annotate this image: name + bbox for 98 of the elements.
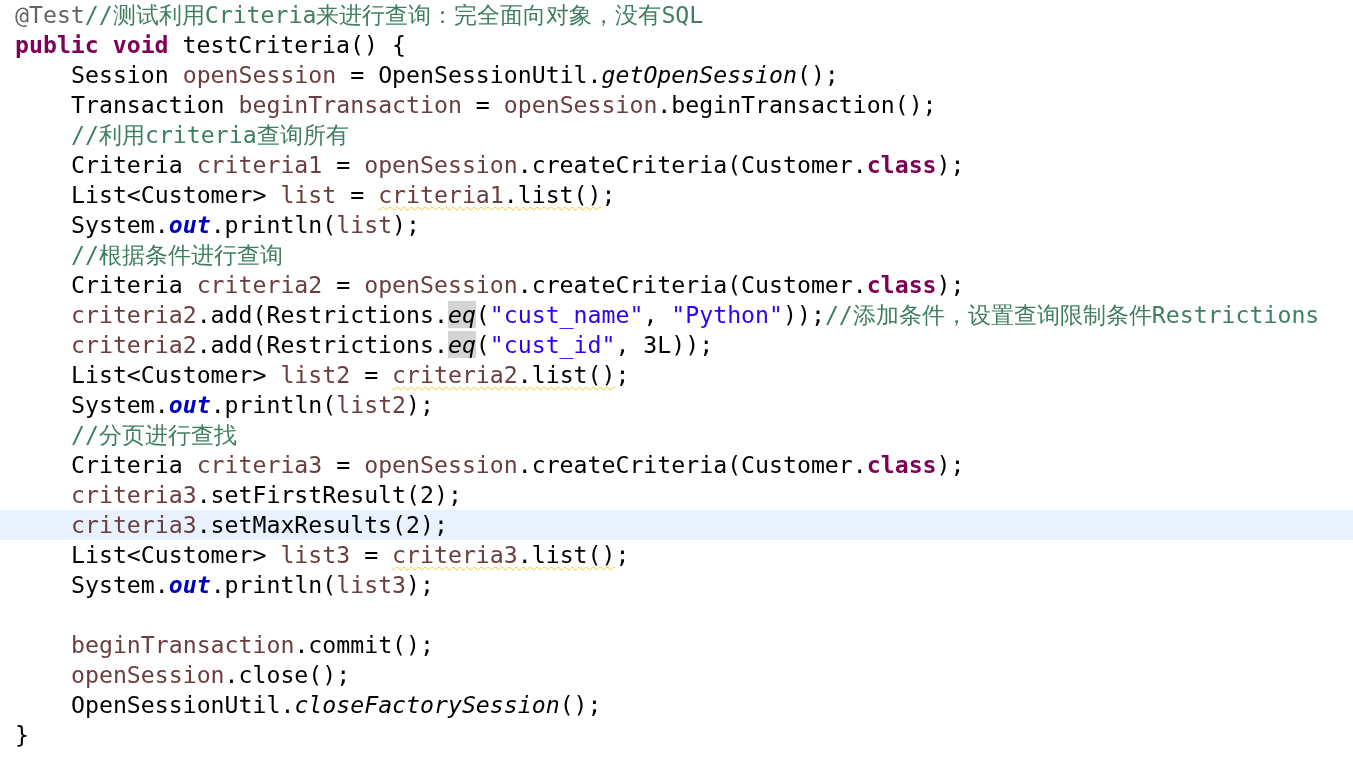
code-text: );: [392, 211, 421, 238]
variable-name: openSession: [364, 271, 518, 298]
code-text: .list(): [503, 181, 602, 208]
code-text: );: [936, 451, 965, 478]
variable-name: beginTransaction: [238, 91, 462, 118]
code-text: =: [335, 151, 352, 178]
code-text: .createCriteria(Customer.: [517, 451, 867, 478]
code-text: ;: [615, 541, 630, 568]
variable-name: openSession: [71, 661, 225, 688]
variable-name: criteria3: [71, 481, 197, 508]
code-text: List<Customer>: [71, 541, 268, 568]
variable-name: criteria2: [196, 271, 323, 298]
code-text: =: [363, 541, 380, 568]
code-text: ;: [601, 181, 616, 208]
code-text: .beginTransaction();: [657, 91, 937, 118]
code-text: (: [475, 331, 490, 358]
variable-name: criteria1: [196, 151, 323, 178]
code-comment: //分页进行查找: [71, 421, 237, 448]
code-text: .add(Restrictions.: [196, 331, 448, 358]
code-text: .add(Restrictions.: [196, 301, 448, 328]
code-text: ();: [559, 691, 602, 718]
code-text: =: [335, 451, 352, 478]
code-text: System.: [71, 391, 169, 418]
code-text: =: [335, 271, 352, 298]
code-text: testCriteria() {: [181, 31, 406, 58]
code-text: ,: [643, 301, 659, 328]
code-text: .println(: [210, 211, 337, 238]
code-text: Criteria: [71, 151, 184, 178]
code-text: Criteria: [71, 451, 184, 478]
code-text: Criteria: [71, 271, 184, 298]
code-text: ;: [615, 361, 630, 388]
code-text: .close();: [224, 661, 351, 688]
variable-name: list: [336, 211, 393, 238]
code-comment: //根据条件进行查询: [71, 241, 283, 268]
code-text: );: [406, 571, 434, 598]
variable-name: criteria2: [392, 361, 518, 388]
code-text: .setMaxResults(2);: [196, 511, 448, 538]
method-name: getOpenSession: [601, 61, 797, 88]
string-literal: "cust_id": [489, 331, 616, 358]
code-text: );: [406, 391, 434, 418]
code-text: .println(: [210, 391, 337, 418]
code-text: ();: [796, 61, 839, 88]
variable-name: list: [280, 181, 337, 208]
code-text: = OpenSessionUtil.: [349, 61, 602, 88]
code-text: .list(): [517, 361, 616, 388]
variable-name: openSession: [182, 61, 337, 88]
variable-name: criteria3: [392, 541, 518, 568]
variable-name: criteria3: [71, 511, 197, 538]
variable-name: list2: [280, 361, 351, 388]
code-text: ));: [783, 301, 825, 328]
code-text: .println(: [210, 571, 337, 598]
variable-name: list3: [336, 571, 407, 598]
variable-name: openSession: [503, 91, 658, 118]
code-text: , 3L));: [615, 331, 714, 358]
code-comment: //添加条件，设置查询限制条件Restrictions: [824, 301, 1320, 328]
code-text: =: [474, 91, 491, 118]
code-text: .setFirstResult(2);: [196, 481, 462, 508]
code-text: List<Customer>: [71, 181, 268, 208]
code-text: =: [349, 181, 366, 208]
keyword: class: [866, 271, 937, 298]
string-literal: "cust_name": [489, 301, 644, 328]
annotation: @Test: [15, 1, 85, 28]
code-text: );: [936, 151, 965, 178]
variable-name: list3: [280, 541, 351, 568]
keyword: class: [866, 451, 937, 478]
code-text: .createCriteria(Customer.: [517, 271, 867, 298]
code-text: }: [15, 721, 29, 748]
code-text: Transaction: [71, 91, 226, 118]
code-text: List<Customer>: [71, 361, 268, 388]
code-text: Session: [71, 61, 170, 88]
variable-name: openSession: [364, 451, 518, 478]
variable-name: criteria2: [71, 331, 197, 358]
code-comment: //测试利用Criteria来进行查询：完全面向对象，没有SQL: [84, 1, 704, 28]
code-text: =: [363, 361, 380, 388]
method-name: eq: [447, 301, 476, 328]
variable-name: criteria1: [378, 181, 504, 208]
static-field: out: [168, 571, 211, 598]
static-field: out: [168, 391, 211, 418]
code-text: System.: [71, 211, 169, 238]
code-text: );: [936, 271, 965, 298]
code-text: .commit();: [294, 631, 434, 658]
method-name: closeFactorySession: [294, 691, 560, 718]
code-text: System.: [71, 571, 169, 598]
code-text: (: [475, 301, 490, 328]
code-text: .createCriteria(Customer.: [517, 151, 867, 178]
string-literal: "Python": [671, 301, 783, 328]
method-name: eq: [447, 331, 476, 358]
code-text: OpenSessionUtil.: [71, 691, 295, 718]
code-comment: //利用criteria查询所有: [71, 121, 349, 148]
keyword: class: [866, 151, 937, 178]
variable-name: criteria2: [71, 301, 197, 328]
keyword: public void: [15, 31, 169, 58]
variable-name: list2: [336, 391, 407, 418]
variable-name: criteria3: [196, 451, 323, 478]
variable-name: beginTransaction: [71, 631, 295, 658]
static-field: out: [168, 211, 211, 238]
variable-name: openSession: [364, 151, 518, 178]
code-text: .list(): [517, 541, 616, 568]
